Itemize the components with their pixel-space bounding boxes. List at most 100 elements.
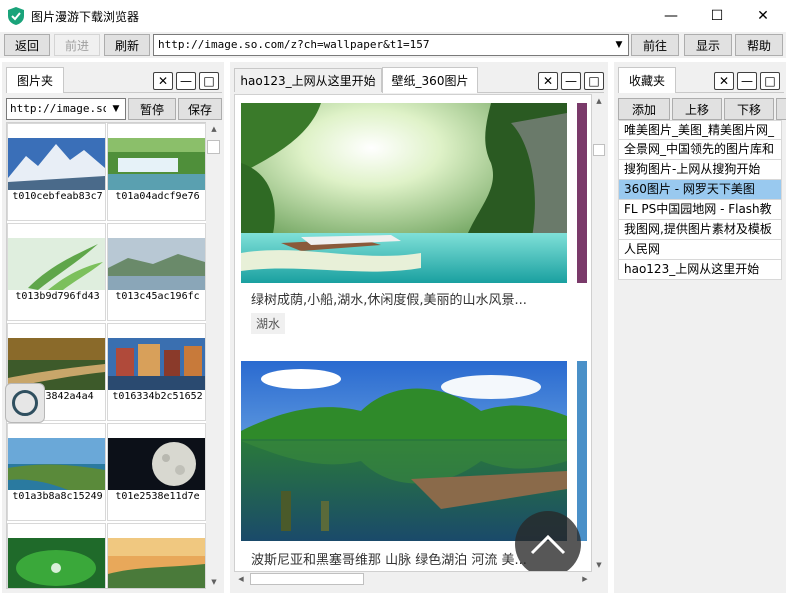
favorite-item[interactable]: 搜狗图片-上网从搜狗开始 [618, 160, 782, 180]
content-horizontal-scrollbar[interactable]: ◀ ▶ [234, 572, 592, 586]
thumbnail-label: t01a04adcf9e76 [115, 191, 200, 202]
float-action-button[interactable] [5, 383, 45, 423]
thumbnail-image [8, 438, 105, 490]
window-title: 图片漫游下载浏览器 [31, 10, 140, 24]
thumbnail-item[interactable] [7, 523, 106, 588]
source-combo[interactable]: http://image.so ▼ [6, 98, 126, 120]
thumbnail-label: t016334b2c51652 [112, 391, 203, 402]
scroll-thumb[interactable] [250, 573, 364, 585]
overflow-button[interactable] [776, 98, 786, 120]
thumbnail-label: t01e2538e11d7e [115, 491, 200, 502]
favorites-list: 唯美图片_美图_精美图片网_ 全景网_中国领先的图片库和 搜狗图片-上网从搜狗开… [618, 120, 782, 280]
scroll-right-icon[interactable]: ▶ [578, 572, 592, 586]
show-button[interactable]: 显示 [684, 34, 732, 56]
card-tag[interactable]: 湖水 [251, 313, 286, 334]
help-button[interactable]: 帮助 [735, 34, 783, 56]
favorite-item[interactable]: 人民网 [618, 240, 782, 260]
next-image-strip [577, 103, 587, 283]
web-content: 绿树成荫,小船,湖水,休闲度假,美丽的山水风景... 湖水 波斯尼亚和黑塞哥维那… [234, 94, 592, 572]
tab-divider [478, 92, 604, 93]
favorite-item[interactable]: 唯美图片_美图_精美图片网_ [618, 120, 782, 140]
favorites-panel: 收藏夹 ✕ — □ 添加 上移 下移 唯美图片_美图_精美图片网_ 全景网_中国… [614, 62, 786, 593]
save-button[interactable]: 保存 [178, 98, 222, 120]
content-vertical-scrollbar[interactable]: ▲ ▼ [592, 94, 606, 572]
browser-panel: hao123_上网从这里开始 壁纸_360图片 ✕ — □ 绿树成荫,小船,湖水… [230, 62, 608, 593]
favorite-item[interactable]: 我图网,提供图片素材及模板 [618, 220, 782, 240]
thumbnail-image [108, 338, 205, 390]
tab-hao123[interactable]: hao123_上网从这里开始 [234, 68, 382, 92]
close-button[interactable]: ✕ [740, 0, 786, 31]
thumbnail-label: t01a3b8a8c15249 [12, 491, 103, 502]
card-title[interactable]: 波斯尼亚和黑塞哥维那 山脉 绿色湖泊 河流 美... [251, 549, 527, 568]
favorite-item[interactable]: 全景网_中国领先的图片库和 [618, 140, 782, 160]
thumbnail-image [8, 538, 105, 588]
thumbnail-image [108, 438, 205, 490]
thumbnail-item[interactable]: t013c45ac196fc [107, 223, 206, 321]
minimize-button[interactable]: — [648, 0, 694, 31]
scroll-up-icon[interactable]: ▲ [206, 122, 222, 136]
scroll-down-icon[interactable]: ▼ [206, 575, 222, 589]
refresh-button[interactable]: 刷新 [104, 34, 150, 56]
panel-restore-icon[interactable]: □ [199, 72, 219, 90]
chevron-up-icon [530, 534, 566, 555]
back-to-top-button[interactable] [515, 511, 581, 571]
panel-restore-icon[interactable]: □ [760, 72, 780, 90]
go-button[interactable]: 前往 [631, 34, 679, 56]
thumbnail-label: t013c45ac196fc [115, 291, 200, 302]
wallpaper-image[interactable] [241, 103, 567, 283]
thumbnail-scrollbar[interactable]: ▲ ▼ [206, 122, 222, 589]
move-down-button[interactable]: 下移 [724, 98, 774, 120]
forward-button[interactable]: 前进 [54, 34, 100, 56]
tab-favorites[interactable]: 收藏夹 [618, 67, 676, 93]
title-bar: 图片漫游下载浏览器 — ☐ ✕ [0, 0, 786, 32]
thumbnail-image [8, 238, 105, 290]
favorite-item[interactable]: hao123_上网从这里开始 [618, 260, 782, 280]
scroll-thumb[interactable] [593, 144, 605, 156]
panel-close-icon[interactable]: ✕ [153, 72, 173, 90]
tab-divider [64, 92, 222, 93]
add-favorite-button[interactable]: 添加 [618, 98, 670, 120]
thumbnail-item[interactable]: t013b9d796fd43 [7, 223, 106, 321]
circle-icon [12, 390, 38, 416]
thumbnail-item[interactable]: t01e2538e11d7e [107, 423, 206, 521]
address-toolbar: 返回 前进 刷新 http://image.so.com/z?ch=wallpa… [0, 32, 786, 58]
thumbnail-grid: t010cebfeab83c7 t01a04adcf9e76 t013b9d79… [6, 122, 208, 589]
tab-wallpaper-360[interactable]: 壁纸_360图片 [382, 67, 478, 93]
panel-minimize-icon[interactable]: — [561, 72, 581, 90]
thumbnail-item[interactable]: t016334b2c51652 [107, 323, 206, 421]
scroll-left-icon[interactable]: ◀ [234, 572, 248, 586]
tab-image-folder[interactable]: 图片夹 [6, 67, 64, 93]
back-button[interactable]: 返回 [4, 34, 50, 56]
thumbnail-item[interactable]: t01a04adcf9e76 [107, 123, 206, 221]
panel-minimize-icon[interactable]: — [176, 72, 196, 90]
next-image-strip [577, 361, 587, 541]
pause-button[interactable]: 暂停 [128, 98, 176, 120]
thumbnail-item[interactable]: t010cebfeab83c7 [7, 123, 106, 221]
chevron-down-icon[interactable]: ▼ [109, 99, 123, 119]
thumbnail-item[interactable] [107, 523, 206, 588]
panel-restore-icon[interactable]: □ [584, 72, 604, 90]
app-shield-icon [8, 7, 24, 25]
url-text: http://image.so.com/z?ch=wallpaper&t1=15… [158, 38, 430, 51]
favorite-item[interactable]: FL PS中国园地网 - Flash教 [618, 200, 782, 220]
favorite-item-selected[interactable]: 360图片 - 网罗天下美图 [618, 180, 782, 200]
maximize-button[interactable]: ☐ [694, 0, 740, 31]
scroll-down-icon[interactable]: ▼ [592, 558, 606, 572]
scroll-up-icon[interactable]: ▲ [592, 94, 606, 108]
panel-minimize-icon[interactable]: — [737, 72, 757, 90]
scroll-thumb[interactable] [207, 140, 220, 154]
thumbnail-image [108, 238, 205, 290]
panel-close-icon[interactable]: ✕ [538, 72, 558, 90]
thumbnail-label: t010cebfeab83c7 [12, 191, 103, 202]
image-folder-panel: 图片夹 ✕ — □ http://image.so ▼ 暂停 保存 t010ce… [2, 62, 224, 593]
thumbnail-image [8, 138, 105, 190]
move-up-button[interactable]: 上移 [672, 98, 722, 120]
url-input[interactable]: http://image.so.com/z?ch=wallpaper&t1=15… [153, 34, 629, 56]
combo-value: http://image.so [10, 102, 106, 115]
thumbnail-image [108, 138, 205, 190]
chevron-down-icon[interactable]: ▼ [610, 35, 628, 55]
panel-close-icon[interactable]: ✕ [714, 72, 734, 90]
card-title[interactable]: 绿树成荫,小船,湖水,休闲度假,美丽的山水风景... [251, 289, 527, 308]
thumbnail-item[interactable]: t01a3b8a8c15249 [7, 423, 106, 521]
wallpaper-image[interactable] [241, 361, 567, 541]
